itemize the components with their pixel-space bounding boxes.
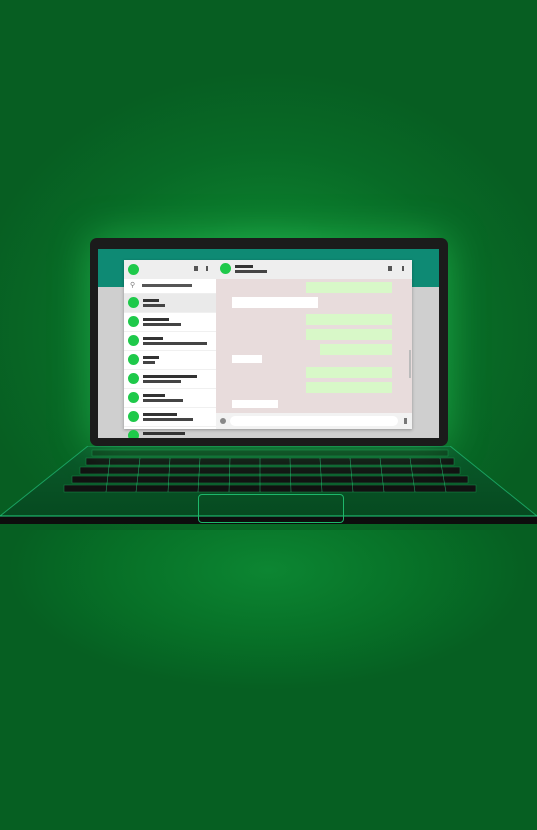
avatar-icon: [128, 316, 139, 327]
message-input[interactable]: [230, 416, 398, 426]
contact-name-line: [235, 265, 253, 268]
chat-preview-line: [143, 361, 155, 364]
scene: ⚲: [0, 0, 537, 830]
avatar-icon: [128, 392, 139, 403]
chat-preview-line: [143, 418, 193, 421]
outgoing-message: [306, 282, 392, 293]
chat-icon[interactable]: [194, 266, 198, 271]
menu-icon[interactable]: [402, 266, 404, 271]
chat-name-line: [143, 394, 165, 397]
trackpad: [198, 494, 344, 523]
chat-list-item[interactable]: [124, 408, 216, 427]
chat-list-item[interactable]: [124, 294, 216, 313]
chat-name-line: [143, 375, 197, 378]
chat-name-line: [143, 299, 159, 302]
chat-list-item[interactable]: [124, 370, 216, 389]
chat-preview-line: [143, 342, 207, 345]
floor: [0, 530, 537, 830]
outgoing-message: [320, 344, 392, 355]
chat-list-sidebar: ⚲: [124, 260, 217, 438]
contact-status-line: [235, 270, 267, 273]
emoji-icon[interactable]: [220, 418, 226, 424]
chat-list-item[interactable]: [124, 427, 216, 438]
messaging-app-window: ⚲: [124, 260, 412, 438]
avatar-icon: [128, 354, 139, 365]
chat-list-item[interactable]: [124, 351, 216, 370]
message-composer: [216, 413, 412, 429]
chat-preview-line: [143, 380, 181, 383]
chat-name-line: [143, 318, 169, 321]
menu-icon[interactable]: [206, 266, 208, 271]
chat-list-item[interactable]: [124, 332, 216, 351]
incoming-message: [232, 400, 278, 408]
search-placeholder-line: [142, 284, 192, 287]
conversation-pane: [216, 260, 412, 429]
chat-name-line: [143, 356, 159, 359]
outgoing-message: [306, 314, 392, 325]
avatar-icon[interactable]: [220, 263, 231, 274]
incoming-message: [232, 297, 318, 308]
search-bar[interactable]: ⚲: [124, 279, 216, 294]
incoming-message: [232, 355, 262, 363]
chat-list-item[interactable]: [124, 313, 216, 332]
chat-preview-line: [143, 323, 181, 326]
attach-icon[interactable]: [388, 266, 392, 271]
chat-list-item[interactable]: [124, 389, 216, 408]
sidebar-header: [124, 260, 216, 279]
outgoing-message: [306, 367, 392, 378]
chat-preview-line: [143, 399, 183, 402]
chat-name-line: [143, 413, 177, 416]
avatar-icon: [128, 430, 139, 438]
chat-name-line: [143, 432, 185, 435]
avatar-icon: [128, 373, 139, 384]
conversation-header: [216, 260, 412, 279]
avatar-icon: [128, 297, 139, 308]
chat-name-line: [143, 337, 163, 340]
chat-preview-line: [143, 304, 165, 307]
avatar-icon: [128, 335, 139, 346]
avatar-icon[interactable]: [128, 264, 139, 275]
avatar-icon: [128, 411, 139, 422]
outgoing-message: [306, 382, 392, 393]
mic-icon[interactable]: [404, 418, 407, 424]
scrollbar[interactable]: [409, 350, 411, 378]
search-icon: ⚲: [130, 282, 136, 289]
outgoing-message: [306, 329, 392, 340]
laptop-display: ⚲: [98, 249, 439, 438]
